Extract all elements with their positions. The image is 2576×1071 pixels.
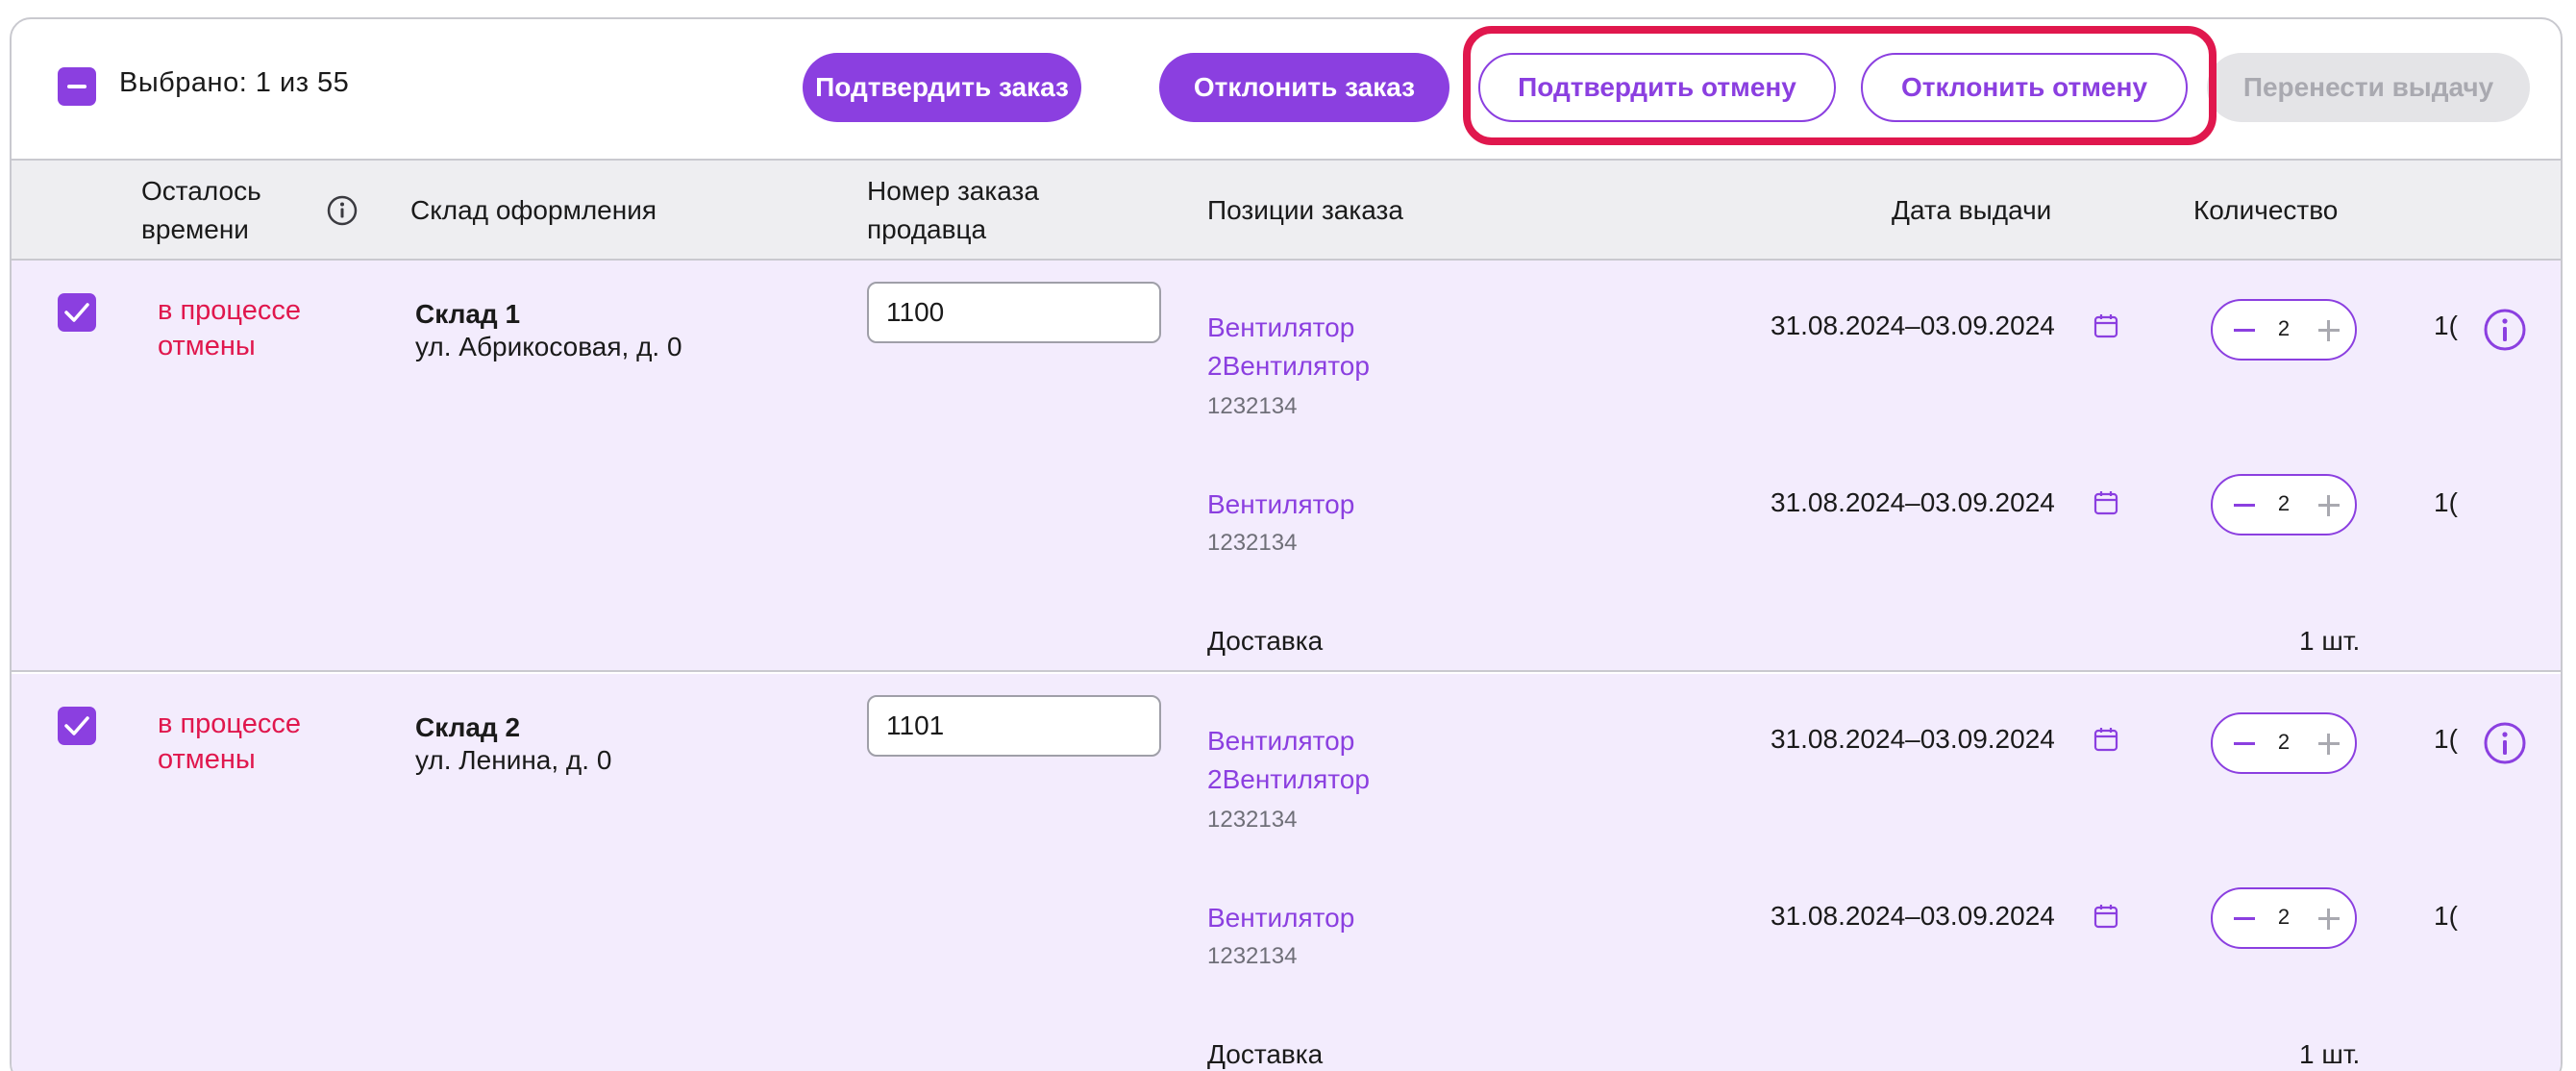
calendar-icon[interactable] — [2093, 489, 2118, 516]
calendar-icon[interactable] — [2093, 903, 2118, 930]
bulk-actions-toolbar: Выбрано: 1 из 55 Подтвердить заказ Откло… — [12, 19, 2561, 159]
table-header: Осталось времени Склад оформления Номер … — [12, 159, 2561, 261]
col-date: Дата выдачи — [1892, 195, 2052, 225]
item-link[interactable]: Вентилятор — [1207, 486, 1354, 524]
warehouse-name: Склад 1 — [415, 299, 521, 329]
orders-panel: Выбрано: 1 из 55 Подтвердить заказ Откло… — [10, 17, 2563, 1071]
table-row[interactable]: в процессе отмены Склад 2 ул. Ленина, д.… — [12, 674, 2561, 1071]
col-positions: Позиции заказа — [1207, 195, 1403, 225]
info-icon[interactable] — [326, 194, 359, 227]
confirm-order-button[interactable]: Подтвердить заказ — [803, 53, 1081, 122]
delivery-label: Доставка — [1207, 626, 1324, 656]
delivery-date: 31.08.2024–03.09.2024 — [1771, 724, 2055, 754]
item-sku: 1232134 — [1207, 943, 1298, 969]
item-link[interactable]: Вентилятор 2Вентилятор — [1207, 309, 1370, 386]
reschedule-button: Перенести выдачу — [2207, 53, 2530, 122]
order-number-input[interactable]: 1101 — [867, 695, 1161, 757]
calendar-icon[interactable] — [2093, 312, 2118, 339]
status-label: в процессе отмены — [158, 295, 301, 361]
warehouse-address: ул. Ленина, д. 0 — [415, 745, 612, 775]
quantity-stepper[interactable]: 2 — [2211, 887, 2357, 949]
status-label: в процессе отмены — [158, 709, 301, 775]
warehouse-name: Склад 2 — [415, 712, 521, 742]
col-warehouse: Склад оформления — [410, 195, 656, 225]
check-icon — [64, 303, 89, 322]
col-quantity: Количество — [2193, 195, 2339, 225]
row-checkbox[interactable] — [58, 293, 96, 332]
truncated-cell: 1( — [2434, 724, 2458, 754]
delivery-date: 31.08.2024–03.09.2024 — [1771, 311, 2055, 340]
quantity-stepper[interactable]: 2 — [2211, 474, 2357, 536]
calendar-icon[interactable] — [2093, 726, 2118, 753]
select-all-checkbox[interactable] — [58, 67, 96, 106]
warehouse-address: ул. Абрикосовая, д. 0 — [415, 332, 682, 361]
check-icon — [64, 716, 89, 735]
col-time-left: Осталось времени — [141, 176, 261, 244]
item-sku: 1232134 — [1207, 807, 1298, 833]
delivery-quantity: 1 шт. — [2299, 626, 2361, 656]
table-row[interactable]: в процессе отмены Склад 1 ул. Абрикосова… — [12, 261, 2561, 672]
row-checkbox[interactable] — [58, 707, 96, 745]
highlight-frame — [1463, 26, 2217, 145]
quantity-stepper[interactable]: 2 — [2211, 299, 2357, 361]
delivery-date: 31.08.2024–03.09.2024 — [1771, 487, 2055, 517]
truncated-cell: 1( — [2434, 311, 2458, 340]
truncated-cell: 1( — [2434, 487, 2458, 517]
item-link[interactable]: Вентилятор — [1207, 899, 1354, 937]
reject-order-button[interactable]: Отклонить заказ — [1159, 53, 1449, 122]
delivery-quantity: 1 шт. — [2299, 1039, 2361, 1069]
quantity-stepper[interactable]: 2 — [2211, 712, 2357, 774]
info-icon[interactable] — [2482, 720, 2528, 766]
info-icon[interactable] — [2482, 307, 2528, 353]
item-sku: 1232134 — [1207, 530, 1298, 556]
item-link[interactable]: Вентилятор 2Вентилятор — [1207, 722, 1370, 799]
col-order-number: Номер заказа продавца — [867, 176, 1039, 244]
selected-count: Выбрано: 1 из 55 — [119, 67, 350, 98]
item-sku: 1232134 — [1207, 393, 1298, 419]
delivery-date: 31.08.2024–03.09.2024 — [1771, 901, 2055, 931]
order-number-input[interactable]: 1100 — [867, 282, 1161, 343]
truncated-cell: 1( — [2434, 901, 2458, 931]
delivery-label: Доставка — [1207, 1039, 1324, 1069]
